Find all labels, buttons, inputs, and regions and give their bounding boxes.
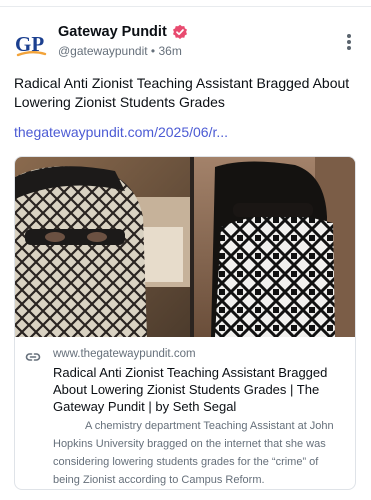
author-name-row[interactable]: Gateway Pundit bbox=[58, 24, 188, 40]
verified-badge-icon bbox=[172, 24, 187, 39]
more-options-button[interactable] bbox=[341, 32, 357, 52]
post-link[interactable]: thegatewaypundit.com/2025/06/r... bbox=[14, 124, 359, 140]
post-time[interactable]: 36m bbox=[158, 44, 181, 58]
more-options-icon-dot bbox=[347, 46, 351, 50]
author-handle[interactable]: @gatewaypundit bbox=[58, 44, 148, 58]
gateway-pundit-logo-icon: GP bbox=[15, 32, 47, 57]
more-options-icon bbox=[347, 34, 351, 38]
card-image[interactable] bbox=[15, 157, 356, 337]
avatar[interactable]: GP bbox=[12, 25, 50, 63]
author-meta: @gatewaypundit • 36m bbox=[58, 44, 182, 58]
globe-icon bbox=[25, 353, 41, 361]
meta-separator: • bbox=[150, 44, 156, 58]
link-preview-card[interactable]: www.thegatewaypundit.com Radical Anti Zi… bbox=[14, 156, 356, 490]
post-text: Radical Anti Zionist Teaching Assistant … bbox=[14, 75, 350, 110]
post[interactable]: GP Gateway Pundit @gatewaypundit • 36m R… bbox=[0, 0, 371, 500]
card-description: A chemistry department Teaching Assistan… bbox=[53, 420, 334, 486]
card-domain: www.thegatewaypundit.com bbox=[53, 348, 196, 360]
more-options-icon-dot bbox=[347, 40, 351, 44]
author-display-name[interactable]: Gateway Pundit bbox=[58, 24, 167, 40]
card-title[interactable]: Radical Anti Zionist Teaching Assistant … bbox=[53, 364, 343, 415]
